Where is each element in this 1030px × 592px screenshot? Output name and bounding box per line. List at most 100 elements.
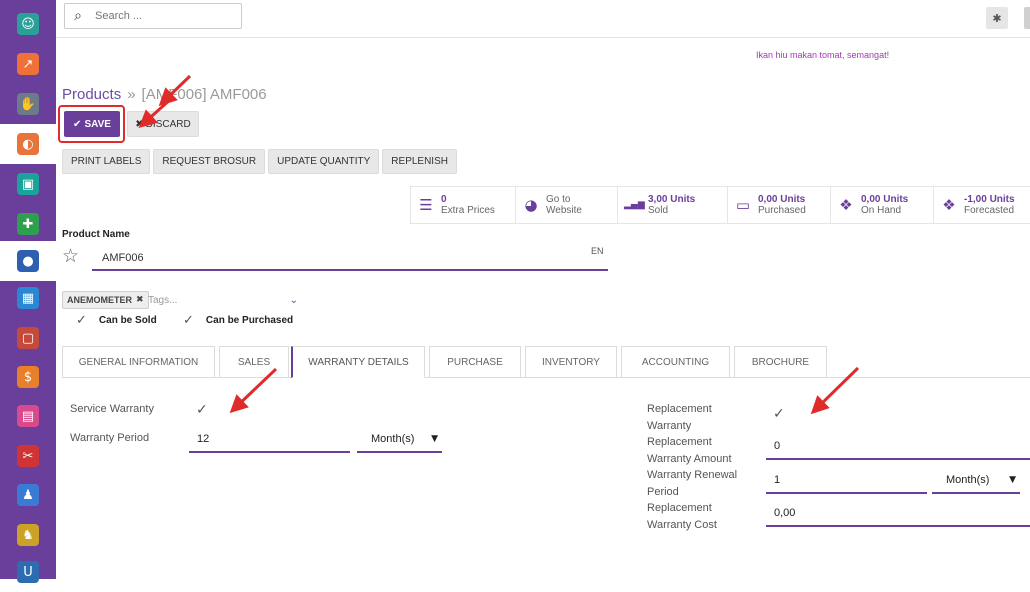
stat-label: Sold (648, 204, 669, 216)
tab-warranty-details[interactable]: WARRANTY DETAILS (291, 346, 425, 378)
sidebar-app-2[interactable]: ✋ (0, 84, 56, 124)
tab-sales[interactable]: SALES (219, 346, 289, 378)
contacts-icon: ☺ (17, 13, 39, 35)
company-motto: Ikan hiu makan tomat, semangat! (756, 50, 890, 60)
star-icon[interactable]: ☆ (62, 245, 79, 267)
sidebar-app-9[interactable]: $ (0, 357, 56, 397)
sidebar-app-1[interactable]: ↗ (0, 44, 56, 84)
tab-purchase[interactable]: PURCHASE (429, 346, 521, 378)
stat-text: Go to Website (546, 194, 582, 217)
replacement-warranty-checkbox[interactable]: ✓ (773, 406, 785, 422)
debug-icon[interactable]: ✱ (986, 7, 1008, 29)
product-name-label: Product Name (62, 229, 130, 240)
can-be-sold-checkbox[interactable]: ✓ Can be Sold (76, 313, 157, 328)
search-box[interactable]: ⌕ (64, 3, 242, 29)
request-brosur-button[interactable]: REQUEST BROSUR (153, 149, 266, 174)
pdf-icon: ✂ (17, 445, 39, 467)
sidebar-app-0[interactable]: ☺ (0, 4, 56, 44)
stat-text: 0 Extra Prices (441, 194, 495, 217)
search-input[interactable] (95, 10, 235, 22)
tab-general-information[interactable]: GENERAL INFORMATION (62, 346, 215, 378)
print-labels-button[interactable]: PRINT LABELS (62, 149, 151, 174)
tag-label: ANEMOMETER (67, 295, 132, 305)
sidebar-app-14[interactable]: U (0, 552, 56, 592)
replacement-amount-input[interactable]: 0 (766, 434, 1030, 460)
list-icon: ☰ (419, 196, 433, 214)
stat-value: 0,00 Units (758, 193, 806, 205)
discard-button[interactable]: ✖ DISCARD (127, 111, 199, 137)
chevron-down-icon: ▼ (431, 434, 438, 444)
chevron-down-icon: ▼ (1009, 475, 1016, 485)
sidebar-app-13[interactable]: ♞ (0, 515, 56, 555)
stat-label: Forecasted (964, 204, 1015, 216)
tags-input[interactable]: Tags... ⌄ (148, 290, 298, 310)
credit-card-icon: ▭ (735, 196, 751, 214)
chevron-down-icon[interactable]: ⌄ (290, 295, 298, 306)
tab-inventory[interactable]: INVENTORY (525, 346, 617, 378)
settings-icon[interactable] (1024, 7, 1030, 29)
tab-accounting[interactable]: ACCOUNTING (621, 346, 730, 378)
top-bar: ⌕ ✱ (56, 0, 1030, 38)
sidebar-app-6[interactable]: ● (0, 241, 56, 281)
sidebar-app-11[interactable]: ✂ (0, 436, 56, 476)
puzzle-icon: ✚ (17, 213, 39, 235)
breadcrumb-products-link[interactable]: Products (62, 86, 121, 103)
product-name-input[interactable]: AMF006 (92, 246, 608, 271)
chart-icon: ↗ (17, 53, 39, 75)
breadcrumb: Products » [AMF006] AMF006 (62, 86, 267, 103)
sidebar-app-12[interactable]: ♟ (0, 475, 56, 515)
sidebar-app-10[interactable]: ▤ (0, 396, 56, 436)
stat-buttons: ☰ 0 Extra Prices ◕ Go to Website ▂▄▆ 3,00 Units… (410, 186, 1030, 224)
action-bar: PRINT LABELS REQUEST BROSUR UPDATE QUANT… (62, 149, 457, 174)
update-quantity-button[interactable]: UPDATE QUANTITY (268, 149, 380, 174)
stat-button-website[interactable]: ◕ Go to Website (515, 186, 617, 224)
user-settings-icon: ♞ (17, 524, 39, 546)
badge-icon: ● (17, 250, 39, 272)
tab-brochure[interactable]: BROCHURE (734, 346, 827, 378)
bar-chart-icon: ▂▄▆ (624, 200, 645, 210)
breadcrumb-separator: » (127, 86, 136, 103)
renewal-period-input[interactable]: 1 (766, 468, 927, 494)
tag-chip: ANEMOMETER ✖ (62, 291, 149, 309)
sidebar-app-3[interactable]: ◐ (0, 124, 56, 164)
renewal-period-unit-select[interactable]: Month(s) ▼ (932, 468, 1020, 494)
stat-text: 0,00 Units On Hand (861, 194, 908, 217)
sidebar-app-4[interactable]: ▣ (0, 164, 56, 204)
search-icon: ⌕ (74, 8, 82, 24)
note-icon: ▢ (17, 327, 39, 349)
renewal-period-unit-value: Month(s) (946, 474, 990, 486)
user-clock-icon: ♟ (17, 484, 39, 506)
warranty-period-unit-select[interactable]: Month(s) ▼ (357, 427, 442, 453)
sidebar-app-7[interactable]: ▦ (0, 278, 56, 318)
stat-button-extra-prices[interactable]: ☰ 0 Extra Prices (410, 186, 515, 224)
pos-icon: ▤ (17, 405, 39, 427)
warranty-period-label: Warranty Period (70, 432, 150, 444)
save-button[interactable]: ✔ SAVE (64, 111, 120, 137)
stat-button-sold[interactable]: ▂▄▆ 3,00 Units Sold (617, 186, 727, 224)
breadcrumb-current: [AMF006] AMF006 (141, 86, 267, 103)
stat-button-forecasted[interactable]: ❖ -1,00 Units Forecasted (933, 186, 1030, 224)
renewal-period-label: Warranty Renewal Period (647, 469, 738, 498)
warranty-period-input[interactable]: 12 (189, 427, 350, 453)
boxes-icon: ▦ (17, 287, 39, 309)
service-warranty-label: Service Warranty (70, 403, 154, 415)
stat-value: Go to (546, 193, 571, 205)
check-icon: ✔ (73, 118, 82, 130)
checkmark-icon: ✓ (183, 313, 194, 328)
stat-button-on-hand[interactable]: ❖ 0,00 Units On Hand (830, 186, 933, 224)
stat-text: 0,00 Units Purchased (758, 194, 806, 217)
language-badge[interactable]: EN (591, 246, 604, 256)
stat-value: 3,00 Units (648, 193, 696, 205)
can-be-purchased-checkbox[interactable]: ✓ Can be Purchased (183, 313, 293, 328)
replacement-cost-input[interactable]: 0,00 (766, 501, 1030, 527)
globe-icon: ◕ (524, 196, 538, 214)
stat-button-purchased[interactable]: ▭ 0,00 Units Purchased (727, 186, 830, 224)
replenish-button[interactable]: REPLENISH (382, 149, 457, 174)
close-icon: ✖ (135, 118, 144, 130)
remove-tag-icon[interactable]: ✖ (136, 295, 144, 305)
invoice-icon: $ (17, 366, 39, 388)
sidebar-app-5[interactable]: ✚ (0, 204, 56, 244)
sidebar-app-8[interactable]: ▢ (0, 318, 56, 358)
service-warranty-checkbox[interactable]: ✓ (196, 402, 208, 418)
replacement-amount-label: Replacement Warranty Amount (647, 436, 732, 465)
